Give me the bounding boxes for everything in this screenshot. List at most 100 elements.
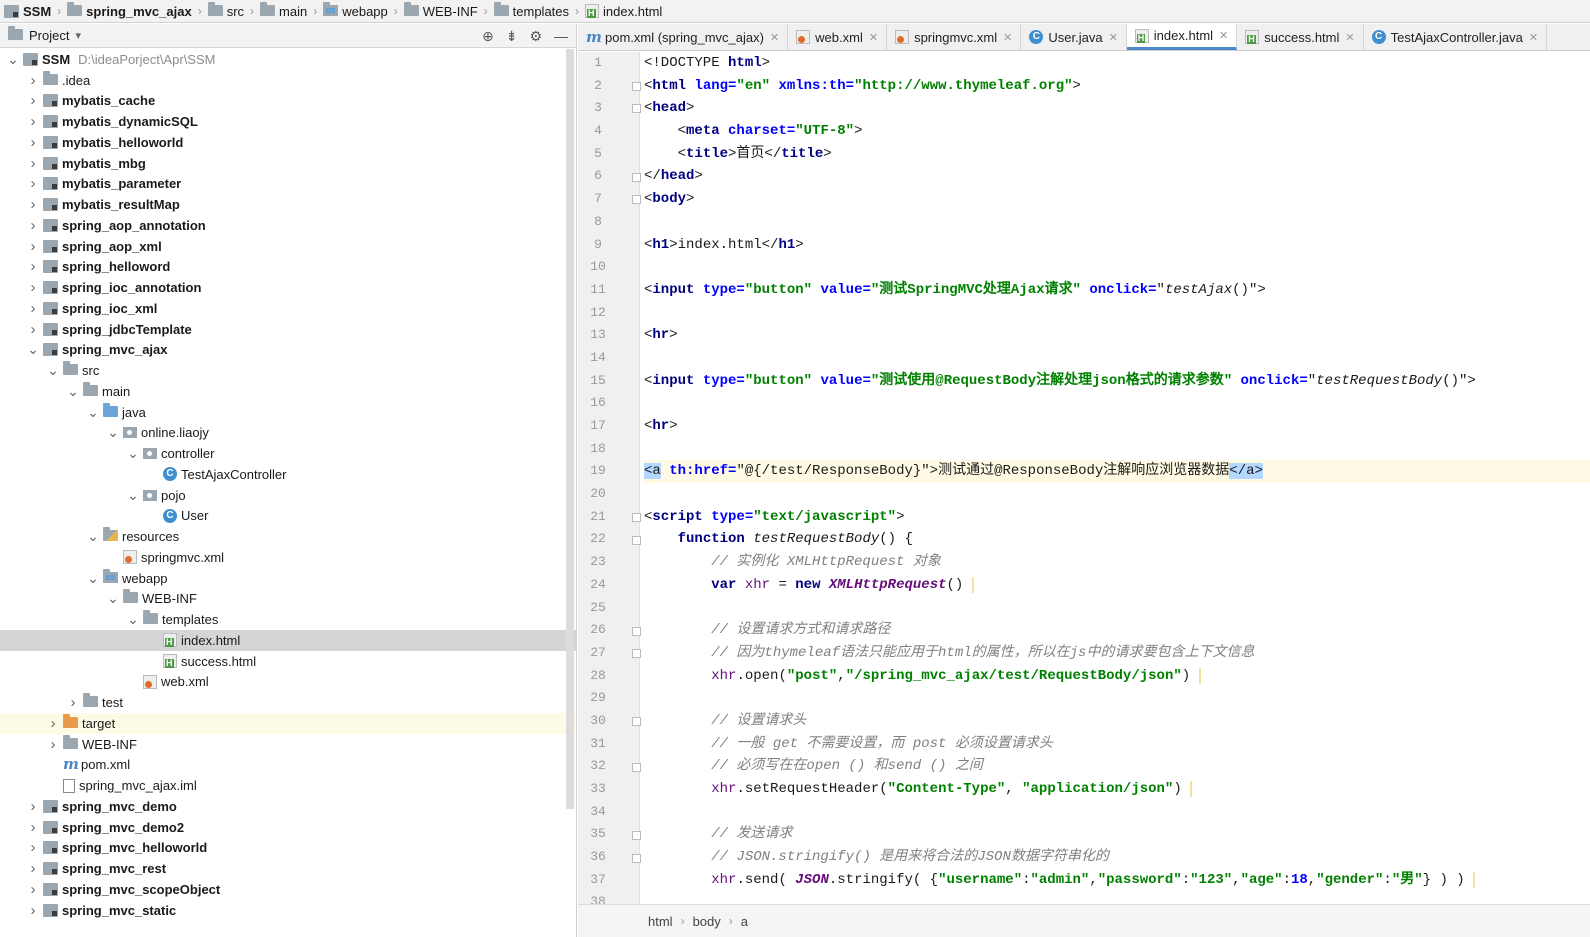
expand-arrow-icon[interactable]: ⌄ bbox=[66, 383, 80, 400]
tree-item[interactable]: › mybatis_mbg bbox=[0, 153, 576, 174]
code-line[interactable]: <head> bbox=[644, 97, 1590, 120]
tree-item[interactable]: › spring_mvc_scopeObject bbox=[0, 879, 576, 900]
fold-marker-icon[interactable] bbox=[632, 717, 641, 727]
code-line[interactable]: <input type="button" value="测试使用@Request… bbox=[644, 370, 1590, 393]
fold-marker-icon[interactable] bbox=[632, 762, 641, 772]
code-line[interactable]: <a th:href="@{/test/ResponseBody}">测试通过@… bbox=[644, 460, 1590, 484]
code-line[interactable]: </head> bbox=[644, 165, 1590, 188]
structure-crumb[interactable]: a bbox=[741, 914, 748, 929]
editor-tab[interactable]: springmvc.xml ✕ bbox=[887, 24, 1022, 50]
editor-tab[interactable]: success.html ✕ bbox=[1237, 24, 1364, 50]
collapse-arrow-icon[interactable]: › bbox=[26, 881, 40, 898]
collapse-arrow-icon[interactable]: › bbox=[26, 217, 40, 234]
tree-item[interactable]: ⌄ SSM D:\ideaPorject\Apr\SSM bbox=[0, 49, 576, 70]
collapse-arrow-icon[interactable]: › bbox=[26, 72, 40, 89]
code-line[interactable]: // 因为thymeleaf语法只能应用于html的属性，所以在js中的请求要包… bbox=[644, 642, 1590, 665]
collapse-all-icon[interactable]: ⇟ bbox=[506, 28, 518, 45]
code-line[interactable]: <html lang="en" xmlns:th="http://www.thy… bbox=[644, 75, 1590, 98]
tree-item[interactable]: ⌄ java bbox=[0, 402, 576, 423]
editor-tab[interactable]: index.html ✕ bbox=[1126, 24, 1238, 50]
code-line[interactable] bbox=[644, 211, 1590, 234]
tree-item[interactable]: C TestAjaxController bbox=[0, 464, 576, 485]
collapse-arrow-icon[interactable]: › bbox=[26, 134, 40, 151]
expand-arrow-icon[interactable]: ⌄ bbox=[126, 487, 140, 504]
tree-item[interactable]: C User bbox=[0, 506, 576, 527]
tree-item[interactable]: › spring_mvc_static bbox=[0, 900, 576, 921]
collapse-arrow-icon[interactable]: › bbox=[46, 736, 60, 753]
tree-item[interactable]: ⌄ main bbox=[0, 381, 576, 402]
code-line[interactable]: // 设置请求头 bbox=[644, 710, 1590, 733]
code-line[interactable]: <input type="button" value="测试SpringMVC处… bbox=[644, 279, 1590, 302]
tree-item[interactable]: ⌄ online.liaojy bbox=[0, 423, 576, 444]
structure-crumb[interactable]: body bbox=[693, 914, 721, 929]
tree-item[interactable]: springmvc.xml bbox=[0, 547, 576, 568]
tree-item[interactable]: › spring_jdbcTemplate bbox=[0, 319, 576, 340]
project-panel-title[interactable]: Project bbox=[29, 28, 69, 43]
fold-marker-icon[interactable] bbox=[632, 195, 641, 205]
minimize-icon[interactable]: — bbox=[554, 28, 568, 44]
expand-arrow-icon[interactable]: ⌄ bbox=[106, 590, 120, 607]
tree-item[interactable]: web.xml bbox=[0, 672, 576, 693]
code-line[interactable] bbox=[644, 347, 1590, 370]
tree-item[interactable]: › spring_ioc_annotation bbox=[0, 277, 576, 298]
breadcrumb-item[interactable]: WEB-INF bbox=[403, 0, 478, 23]
tree-item[interactable]: › target bbox=[0, 713, 576, 734]
gear-icon[interactable]: ⚙ bbox=[529, 28, 542, 45]
tree-item[interactable]: spring_mvc_ajax.iml bbox=[0, 775, 576, 796]
fold-marker-icon[interactable] bbox=[632, 81, 641, 91]
breadcrumb-item[interactable]: SSM bbox=[4, 0, 51, 23]
code-line[interactable]: function testRequestBody() { bbox=[644, 528, 1590, 551]
fold-marker-icon[interactable] bbox=[632, 830, 641, 840]
breadcrumb-item[interactable]: src bbox=[207, 0, 244, 23]
expand-arrow-icon[interactable]: ⌄ bbox=[126, 445, 140, 462]
collapse-arrow-icon[interactable]: › bbox=[26, 902, 40, 919]
code-line[interactable] bbox=[644, 597, 1590, 620]
tree-item[interactable]: › spring_aop_xml bbox=[0, 236, 576, 257]
code-line[interactable]: xhr.send( JSON.stringify( {"username":"a… bbox=[644, 869, 1590, 892]
code-line[interactable]: xhr.setRequestHeader("Content-Type", "ap… bbox=[644, 778, 1590, 801]
code-line[interactable]: <body> bbox=[644, 188, 1590, 211]
tree-item[interactable]: › mybatis_parameter bbox=[0, 174, 576, 195]
close-icon[interactable]: ✕ bbox=[1003, 31, 1012, 44]
collapse-arrow-icon[interactable]: › bbox=[46, 715, 60, 732]
expand-arrow-icon[interactable]: ⌄ bbox=[86, 404, 100, 421]
tree-item[interactable]: m pom.xml bbox=[0, 755, 576, 776]
code-line[interactable] bbox=[644, 801, 1590, 824]
code-line[interactable]: // 必须写在在open () 和send () 之间 bbox=[644, 755, 1590, 778]
close-icon[interactable]: ✕ bbox=[1109, 31, 1118, 44]
tree-item[interactable]: › spring_mvc_demo2 bbox=[0, 817, 576, 838]
chevron-down-icon[interactable]: ▾ bbox=[75, 29, 81, 42]
tree-item[interactable]: ⌄ controller bbox=[0, 443, 576, 464]
collapse-arrow-icon[interactable]: › bbox=[26, 155, 40, 172]
collapse-arrow-icon[interactable]: › bbox=[26, 113, 40, 130]
code-line[interactable]: <title>首页</title> bbox=[644, 143, 1590, 166]
tree-item[interactable]: index.html bbox=[0, 630, 576, 651]
tree-item[interactable]: success.html bbox=[0, 651, 576, 672]
fold-marker-icon[interactable] bbox=[632, 853, 641, 863]
tree-item[interactable]: › spring_mvc_helloworld bbox=[0, 838, 576, 859]
code-line[interactable]: <hr> bbox=[644, 415, 1590, 438]
breadcrumb-item[interactable]: main bbox=[260, 0, 307, 23]
code-line[interactable]: // JSON.stringify() 是用来将合法的JSON数据字符串化的 bbox=[644, 846, 1590, 869]
tree-item[interactable]: › spring_aop_annotation bbox=[0, 215, 576, 236]
tree-item[interactable]: › spring_mvc_rest bbox=[0, 858, 576, 879]
tree-item[interactable]: › mybatis_resultMap bbox=[0, 194, 576, 215]
code-line[interactable]: // 实例化 XMLHttpRequest 对象 bbox=[644, 551, 1590, 574]
collapse-arrow-icon[interactable]: › bbox=[26, 92, 40, 109]
tree-item[interactable]: ⌄ resources bbox=[0, 526, 576, 547]
code-area[interactable]: <!DOCTYPE html> <html lang="en" xmlns:th=… bbox=[644, 52, 1590, 904]
collapse-arrow-icon[interactable]: › bbox=[26, 798, 40, 815]
code-line[interactable] bbox=[644, 438, 1590, 461]
tree-scrollbar[interactable] bbox=[566, 49, 574, 809]
expand-arrow-icon[interactable]: ⌄ bbox=[126, 611, 140, 628]
code-line[interactable] bbox=[644, 302, 1590, 325]
editor-tab[interactable]: C User.java ✕ bbox=[1021, 24, 1127, 50]
close-icon[interactable]: ✕ bbox=[869, 31, 878, 44]
tree-item[interactable]: › mybatis_dynamicSQL bbox=[0, 111, 576, 132]
collapse-arrow-icon[interactable]: › bbox=[26, 258, 40, 275]
tree-item[interactable]: ⌄ webapp bbox=[0, 568, 576, 589]
code-line[interactable]: <script type="text/javascript"> bbox=[644, 506, 1590, 529]
fold-marker-icon[interactable] bbox=[632, 104, 641, 114]
expand-arrow-icon[interactable]: ⌄ bbox=[86, 528, 100, 545]
editor-tab[interactable]: m pom.xml (spring_mvc_ajax) ✕ bbox=[578, 24, 789, 50]
